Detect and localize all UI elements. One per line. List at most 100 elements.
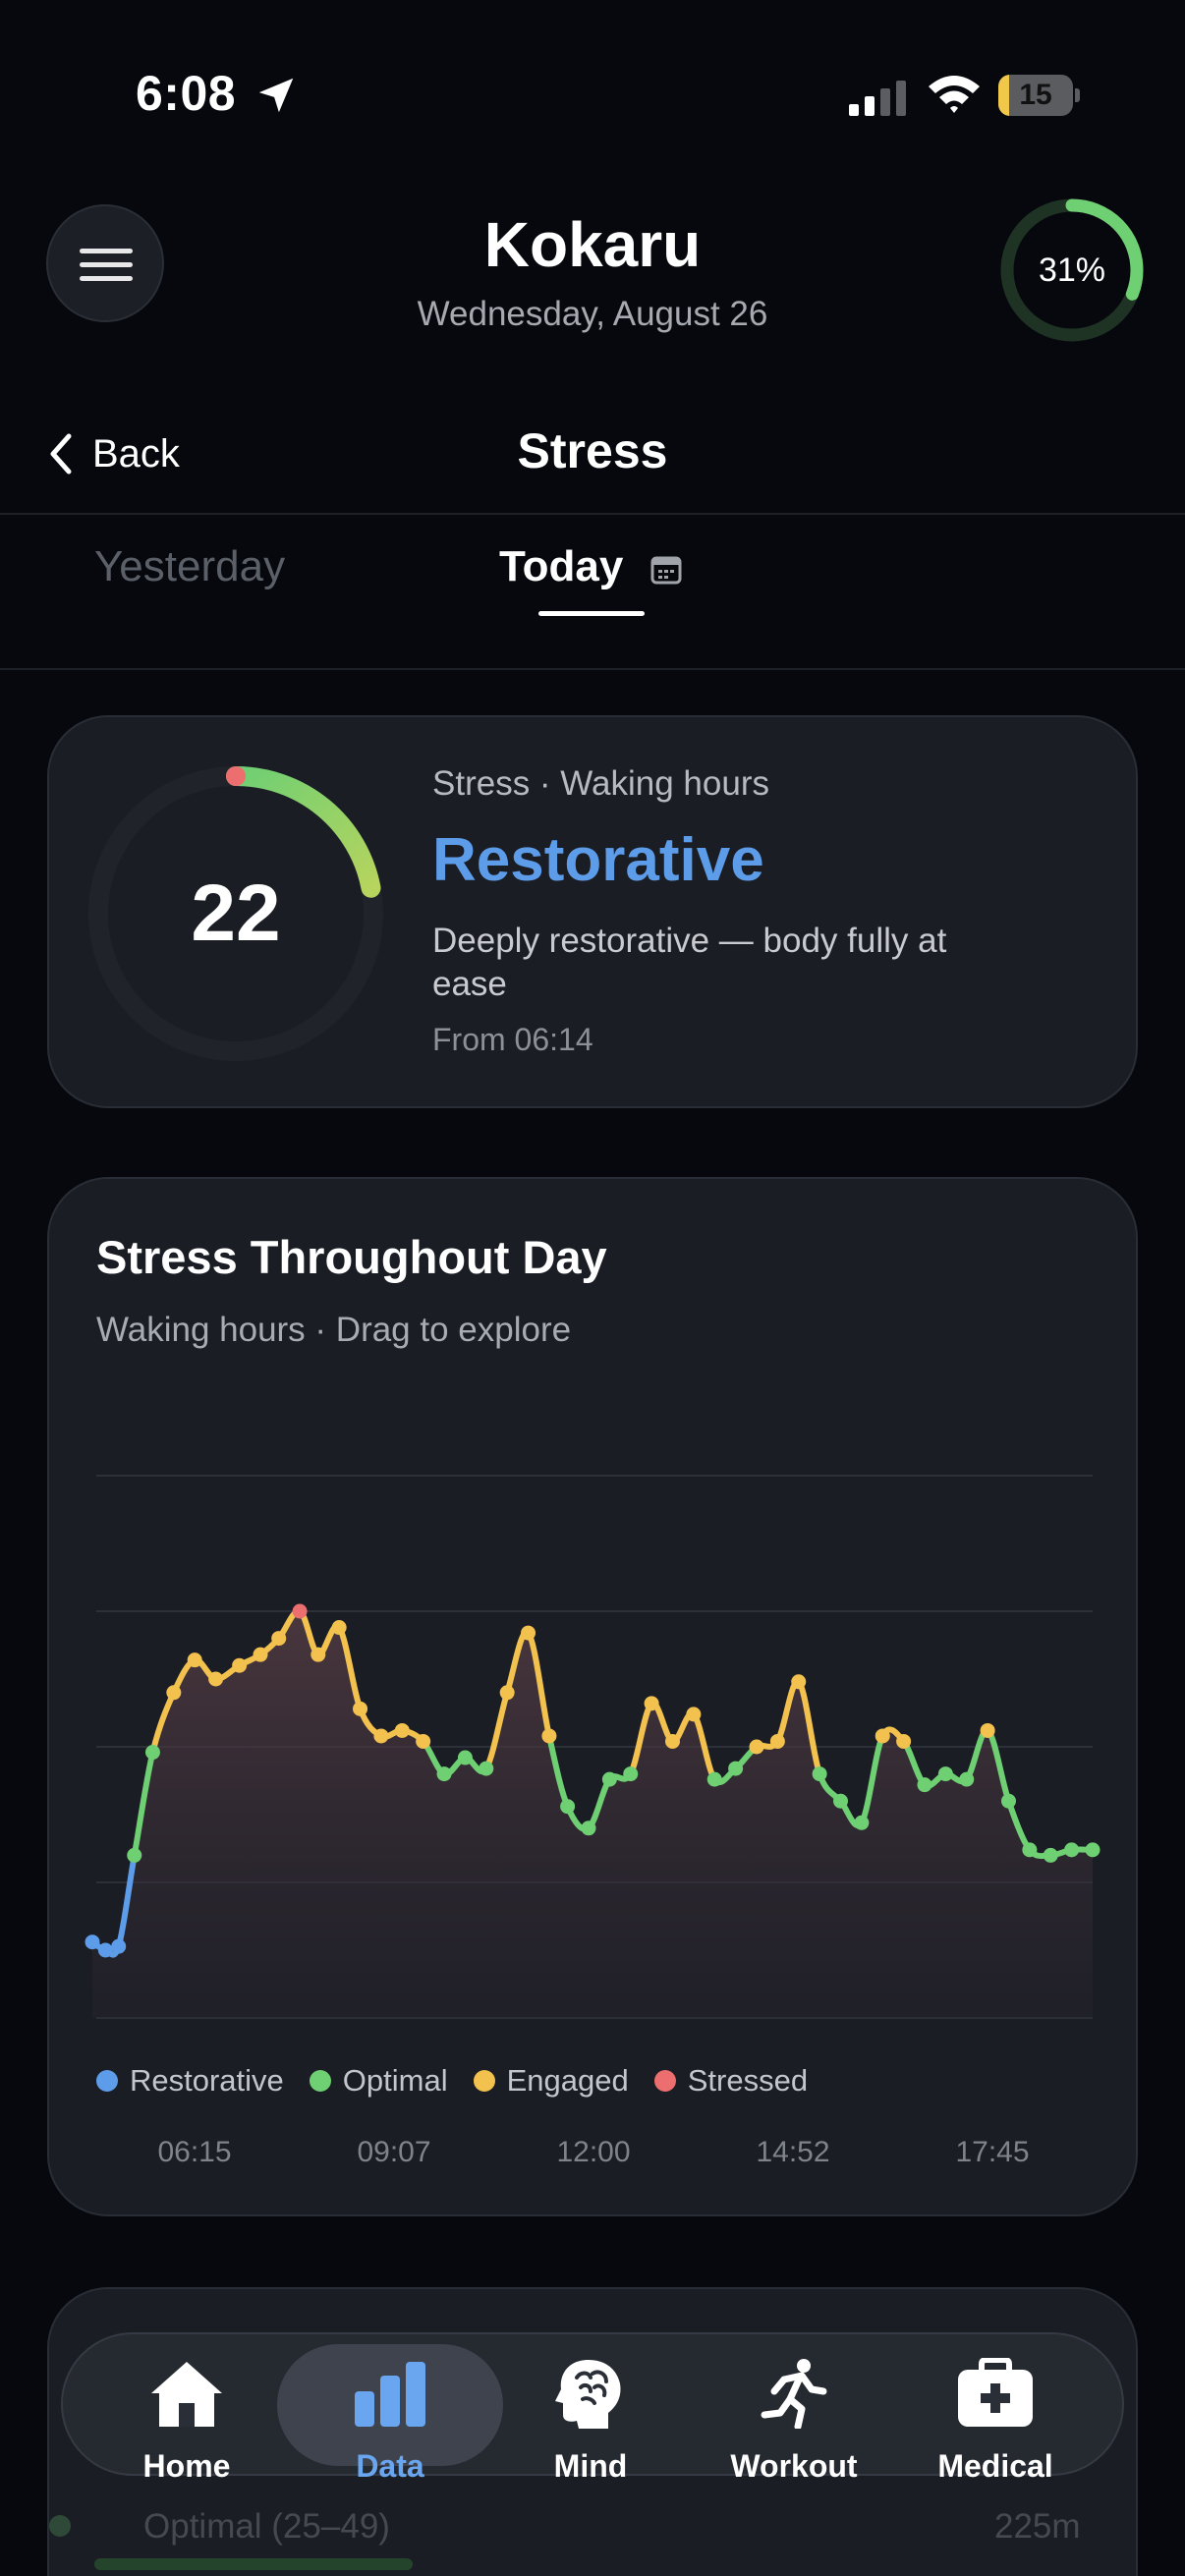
device-battery-percent: 31% (1038, 252, 1106, 289)
stress-data-point (749, 1739, 764, 1755)
stress-data-point (959, 1771, 975, 1787)
stress-data-point (331, 1620, 347, 1636)
x-tick-label: 12:00 (556, 2136, 631, 2168)
summary-subtitle: Stress · Waking hours (432, 764, 769, 803)
stress-data-point (769, 1733, 785, 1749)
stress-data-point (253, 1647, 268, 1662)
stress-data-point (1043, 1847, 1058, 1863)
stress-data-point (791, 1674, 807, 1690)
chart-subtitle: Waking hours · Drag to explore (96, 1311, 572, 1349)
legend-label: Engaged (506, 2063, 629, 2098)
running-person-icon (761, 2359, 827, 2429)
tab-today[interactable]: Today (499, 542, 623, 591)
divider (0, 513, 1185, 515)
stress-data-point (416, 1733, 431, 1749)
tab-label: Data (356, 2448, 424, 2484)
stress-score: 22 (191, 868, 281, 958)
stress-data-point (166, 1685, 182, 1701)
stress-data-point (292, 1603, 308, 1619)
stress-data-point (560, 1799, 576, 1815)
stress-data-point (353, 1701, 368, 1716)
chart-title: Stress Throughout Day (96, 1231, 607, 1283)
tab-label: Workout (730, 2448, 858, 2484)
stress-data-point (271, 1631, 287, 1647)
bar-chart-icon (355, 2362, 425, 2427)
stress-data-point (127, 1847, 142, 1863)
tab-workout[interactable]: Workout (696, 2358, 892, 2484)
breakdown-row-bar (94, 2558, 413, 2570)
stress-data-point (896, 1733, 912, 1749)
stress-data-point (832, 1793, 848, 1809)
stress-data-point (664, 1733, 680, 1749)
summary-from-time: From 06:14 (432, 1022, 593, 1057)
legend-item-stressed: Stressed (653, 2063, 809, 2099)
stress-data-point (373, 1728, 389, 1744)
screen-title: Stress (517, 423, 668, 478)
legend-label: Stressed (687, 2063, 809, 2098)
stress-data-point (187, 1652, 202, 1668)
stress-data-point (457, 1750, 473, 1765)
stress-data-point (623, 1766, 639, 1782)
stress-data-point (1022, 1842, 1038, 1858)
stress-description: Deeply restorative — body fully at ease (432, 922, 947, 1003)
stress-data-point (686, 1707, 702, 1722)
stress-data-point (85, 1934, 100, 1950)
stress-data-point (875, 1728, 890, 1744)
calendar-icon[interactable] (650, 555, 682, 585)
stress-data-point (310, 1647, 326, 1662)
stress-data-point (394, 1722, 410, 1738)
legend-label: Optimal (342, 2063, 448, 2098)
stress-level: Restorative (432, 826, 764, 894)
tab-yesterday[interactable]: Yesterday (94, 542, 285, 591)
tab-label: Medical (937, 2448, 1053, 2484)
divider (0, 668, 1185, 670)
tab-medical[interactable]: Medical (897, 2358, 1094, 2484)
breakdown-row-value: 225m (994, 2507, 1081, 2546)
tab-label: Mind (553, 2448, 628, 2484)
brain-head-icon (555, 2360, 621, 2429)
stress-data-point (812, 1766, 827, 1782)
status-bar: 6:08 15 (0, 0, 1185, 187)
tab-data[interactable]: Data (292, 2358, 488, 2484)
legend-dot (96, 2070, 118, 2092)
stress-data-point (1085, 1842, 1100, 1858)
stress-data-point (644, 1696, 659, 1711)
stress-data-point (581, 1820, 596, 1836)
stress-data-point (436, 1766, 452, 1782)
legend-dot-optimal (49, 2515, 71, 2537)
medical-kit-icon (958, 2358, 1033, 2427)
x-tick-label: 09:07 (357, 2136, 431, 2168)
stress-data-point (232, 1657, 248, 1673)
breakdown-row-label: Optimal (25–49) (143, 2507, 390, 2546)
stress-summary-card: 22 Stress · Waking hours Restorative Dee… (47, 715, 1138, 1108)
battery-level-text: 15 (1019, 79, 1052, 111)
stress-data-point (479, 1761, 494, 1776)
status-time: 6:08 (136, 66, 237, 121)
legend-dot (473, 2070, 495, 2092)
stress-data-point (854, 1815, 870, 1830)
active-tab-indicator (538, 611, 645, 616)
house-icon (151, 2362, 222, 2427)
stress-data-point (601, 1771, 617, 1787)
stress-data-point (1064, 1842, 1080, 1858)
legend-dot (309, 2070, 331, 2092)
chart-legend: Restorative Optimal Engaged Stressed (96, 2063, 808, 2099)
stress-data-point (937, 1766, 953, 1782)
wifi-icon (929, 76, 980, 113)
stress-data-point (499, 1685, 515, 1701)
stress-data-point (521, 1625, 536, 1641)
tab-mind[interactable]: Mind (492, 2358, 689, 2484)
stress-data-point (541, 1728, 557, 1744)
stress-data-point (97, 1942, 113, 1958)
legend-item-optimal: Optimal (309, 2063, 448, 2099)
legend-label: Restorative (130, 2063, 284, 2098)
x-tick-label: 06:15 (157, 2136, 232, 2168)
stress-data-point (728, 1761, 744, 1776)
tab-label: Home (142, 2448, 231, 2484)
cellular-signal-icon (849, 81, 906, 116)
legend-item-restorative: Restorative (96, 2063, 284, 2099)
stress-chart-card[interactable]: Stress Throughout Day Waking hours · Dra… (47, 1177, 1138, 2216)
tab-home[interactable]: Home (88, 2358, 285, 2484)
stress-data-point (917, 1777, 932, 1793)
legend-item-engaged: Engaged (473, 2063, 629, 2099)
